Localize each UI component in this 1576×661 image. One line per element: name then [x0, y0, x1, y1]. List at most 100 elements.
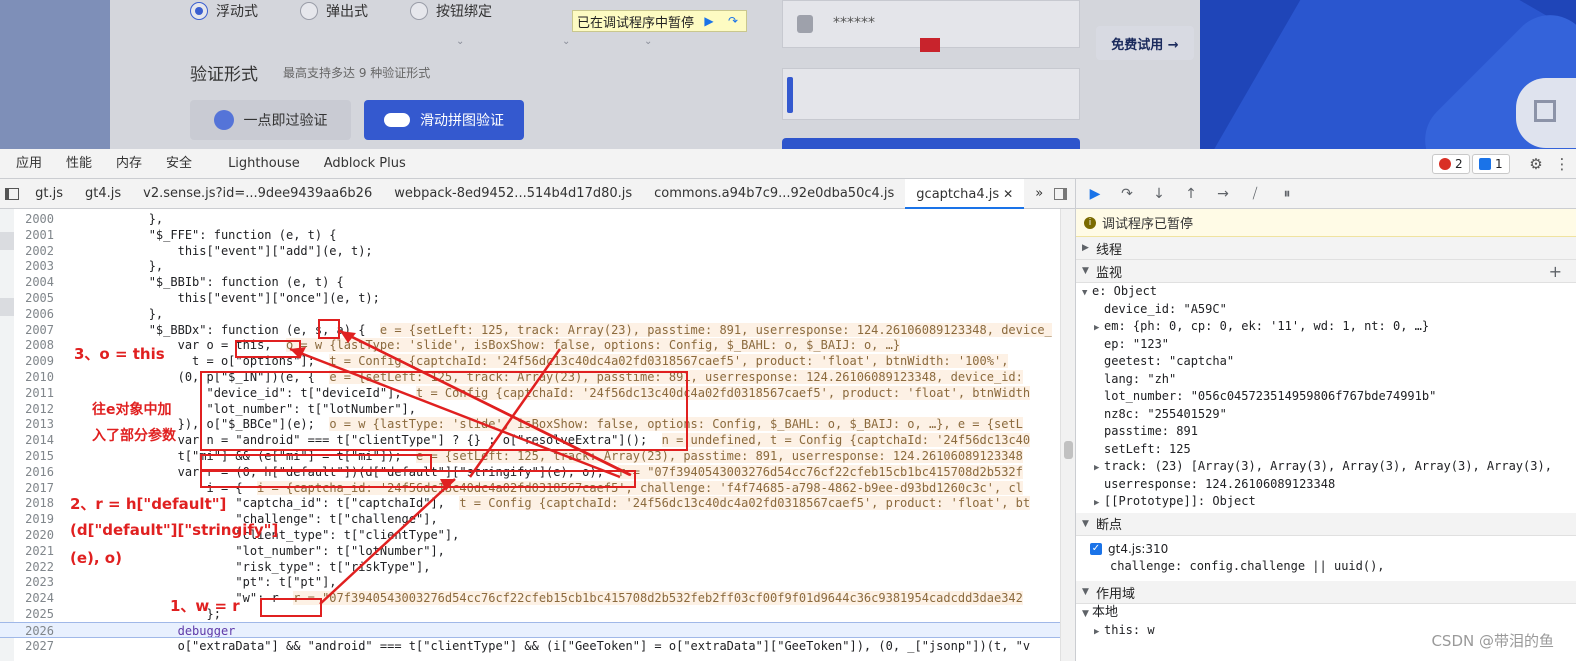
tab-memory[interactable]: 内存	[104, 149, 154, 179]
resume-icon[interactable]: ▶︎	[1086, 185, 1104, 203]
tab-adblock-plus[interactable]: Adblock Plus	[312, 149, 418, 179]
watch-row[interactable]: device_id: "A59C"	[1076, 301, 1576, 319]
tab-application[interactable]: 应用	[4, 149, 54, 179]
section-label: 监视	[1096, 265, 1123, 281]
paused-in-debugger-banner: 已在调试程序中暂停 ▶︎ ↷	[572, 10, 748, 32]
paused-banner-text: 已在调试程序中暂停	[577, 15, 695, 31]
annotation-o-this: 3、o = this	[74, 345, 165, 363]
pause-on-exceptions-icon[interactable]: ⏸	[1278, 185, 1296, 203]
slide-puzzle-verify-button[interactable]: 滑动拼图验证	[364, 100, 524, 140]
watch-row-text: device_id: "A59C"	[1104, 301, 1227, 316]
tab-security[interactable]: 安全	[154, 149, 204, 179]
resume-icon[interactable]: ▶︎	[700, 13, 718, 29]
radio-button-bind[interactable]: 按钮绑定	[410, 0, 492, 22]
arrow-cross	[468, 348, 562, 478]
close-icon[interactable]: ✕	[1003, 187, 1013, 201]
checkbox-checked-icon[interactable]: ✓	[1090, 542, 1102, 555]
flag-icon	[920, 38, 940, 52]
button-label: 一点即过验证	[243, 113, 328, 129]
file-tab[interactable]: v2.sense.js?id=...9dee9439aa6b26	[132, 179, 383, 209]
radio-popup[interactable]: 弹出式	[300, 0, 368, 22]
file-tab[interactable]: gt4.js	[74, 179, 132, 209]
section-scope[interactable]: ▼ 作用域	[1076, 581, 1576, 604]
deactivate-breakpoints-icon[interactable]: ⧸	[1246, 185, 1264, 203]
expand-triangle-icon: ▶	[1094, 626, 1100, 637]
qr-code-icon	[1534, 100, 1556, 122]
code-editor[interactable]: 2000 }, 2001 "$_FFE": function (e, t) {20…	[0, 209, 1075, 661]
check-icon	[213, 110, 234, 130]
watch-row[interactable]: lang: "zh"	[1076, 371, 1576, 389]
step-over-icon[interactable]: ↷	[724, 13, 742, 29]
breakpoint-item[interactable]: ✓ gt4.js:310	[1076, 540, 1576, 558]
captcha-input-box[interactable]	[782, 68, 1080, 120]
file-tab[interactable]: gt.js	[24, 179, 74, 209]
watch-row[interactable]: passtime: 891	[1076, 423, 1576, 441]
annotation-r-line3: (e), o)	[70, 549, 122, 567]
qr-code-tab[interactable]	[1516, 78, 1576, 148]
watch-row[interactable]: ▼ e: Object	[1076, 283, 1576, 301]
scrollbar-thumb[interactable]	[1064, 441, 1073, 459]
watch-row-text: lot_number: "056c045723514959806f767bde7…	[1104, 389, 1437, 403]
message-count-badge[interactable]: 1	[1472, 154, 1510, 174]
section-threads[interactable]: ▶ 线程	[1076, 237, 1576, 260]
watch-row-text: lang: "zh"	[1104, 371, 1177, 386]
expand-triangle-icon: ▶	[1094, 463, 1100, 473]
lock-icon	[797, 15, 813, 33]
watch-row[interactable]: ▶ track: (23) [Array(3), Array(3), Array(…	[1076, 458, 1576, 476]
tab-lighthouse[interactable]: Lighthouse	[216, 149, 312, 179]
step-out-icon[interactable]: ↑	[1182, 185, 1200, 203]
watch-row[interactable]: geetest: "captcha"	[1076, 353, 1576, 371]
file-tab-active[interactable]: gcaptcha4.js ✕	[905, 178, 1025, 209]
toggle-debugger-icon[interactable]	[1054, 187, 1067, 200]
watch-row[interactable]: setLeft: 125	[1076, 441, 1576, 459]
toggle-navigator-icon[interactable]	[0, 179, 24, 209]
gear-icon[interactable]: ⚙	[1527, 155, 1545, 173]
step-over-icon[interactable]: ↷	[1118, 185, 1136, 203]
watch-row[interactable]: ep: "123"	[1076, 336, 1576, 354]
watch-row-text: [[Prototype]]: Object	[1104, 494, 1256, 508]
section-watch[interactable]: ▼ 监视 +	[1076, 260, 1576, 283]
watch-row[interactable]: lot_number: "056c045723514959806f767bde7…	[1076, 388, 1576, 406]
scope-local[interactable]: ▼ 本地	[1076, 604, 1576, 622]
message-icon	[1479, 158, 1491, 170]
annotation-add-params-1: 往e对象中加	[92, 402, 172, 418]
submit-button[interactable]	[782, 138, 1080, 149]
error-count-badge[interactable]: 2	[1432, 154, 1470, 174]
watermark: CSDN @带泪的鱼	[1431, 632, 1554, 650]
slider-icon	[384, 113, 410, 127]
section-subtitle: 最高支持多达 9 种验证形式	[283, 66, 431, 80]
step-icon[interactable]: →	[1214, 185, 1232, 203]
editor-scrollbar[interactable]	[1060, 209, 1075, 661]
more-tabs-icon[interactable]: »	[1024, 179, 1054, 209]
watch-row-text: e: Object	[1092, 284, 1158, 298]
page-left-background	[0, 0, 110, 149]
section-label: 作用域	[1096, 586, 1136, 602]
free-trial-button[interactable]: 免费试用 →	[1096, 26, 1194, 60]
file-tab[interactable]: commons.a94b7c9...92e0dba50c4.js	[643, 179, 905, 209]
section-breakpoints[interactable]: ▼ 断点	[1076, 512, 1576, 536]
radio-label: 弹出式	[326, 4, 368, 20]
add-watch-icon[interactable]: +	[1549, 262, 1562, 281]
file-tab[interactable]: webpack-8ed9452...514b4d17d80.js	[383, 179, 643, 209]
more-options-icon[interactable]: ⋮	[1553, 155, 1571, 173]
info-icon: i	[1084, 216, 1096, 229]
radio-label: 浮动式	[216, 4, 258, 20]
scope-this-label: this: w	[1104, 622, 1155, 637]
debugger-sidebar: ▶︎ ↷ ↓ ↑ → ⧸ ⏸ i 调试程序已暂停 ▶ 线程 ▼ 监视 + ▼ e:…	[1075, 179, 1576, 661]
annotation-w-r: 1、w = r	[170, 597, 240, 615]
radio-float[interactable]: 浮动式	[190, 0, 258, 22]
file-tab-label: gcaptcha4.js	[916, 186, 1000, 202]
watch-row[interactable]: nz8c: "255401529"	[1076, 406, 1576, 424]
tab-performance[interactable]: 性能	[54, 149, 104, 179]
chevron-down-icon: ⌄	[456, 36, 465, 47]
watch-row[interactable]: userresponse: 124.26106089123348	[1076, 476, 1576, 494]
arrow-w-to-r	[319, 478, 456, 605]
watch-row[interactable]: ▶ em: {ph: 0, cp: 0, ek: '11', wd: 1, nt:…	[1076, 318, 1576, 336]
breakpoint-file: gt4.js:310	[1108, 541, 1169, 556]
watch-row[interactable]: ▶ [[Prototype]]: Object	[1076, 493, 1576, 511]
file-tab-bar: gt.js gt4.js v2.sense.js?id=...9dee9439a…	[0, 178, 1075, 209]
one-click-verify-button[interactable]: 一点即过验证	[190, 100, 351, 140]
step-into-icon[interactable]: ↓	[1150, 185, 1168, 203]
error-count: 2	[1455, 157, 1463, 171]
arrow-e-to-r	[339, 329, 631, 477]
